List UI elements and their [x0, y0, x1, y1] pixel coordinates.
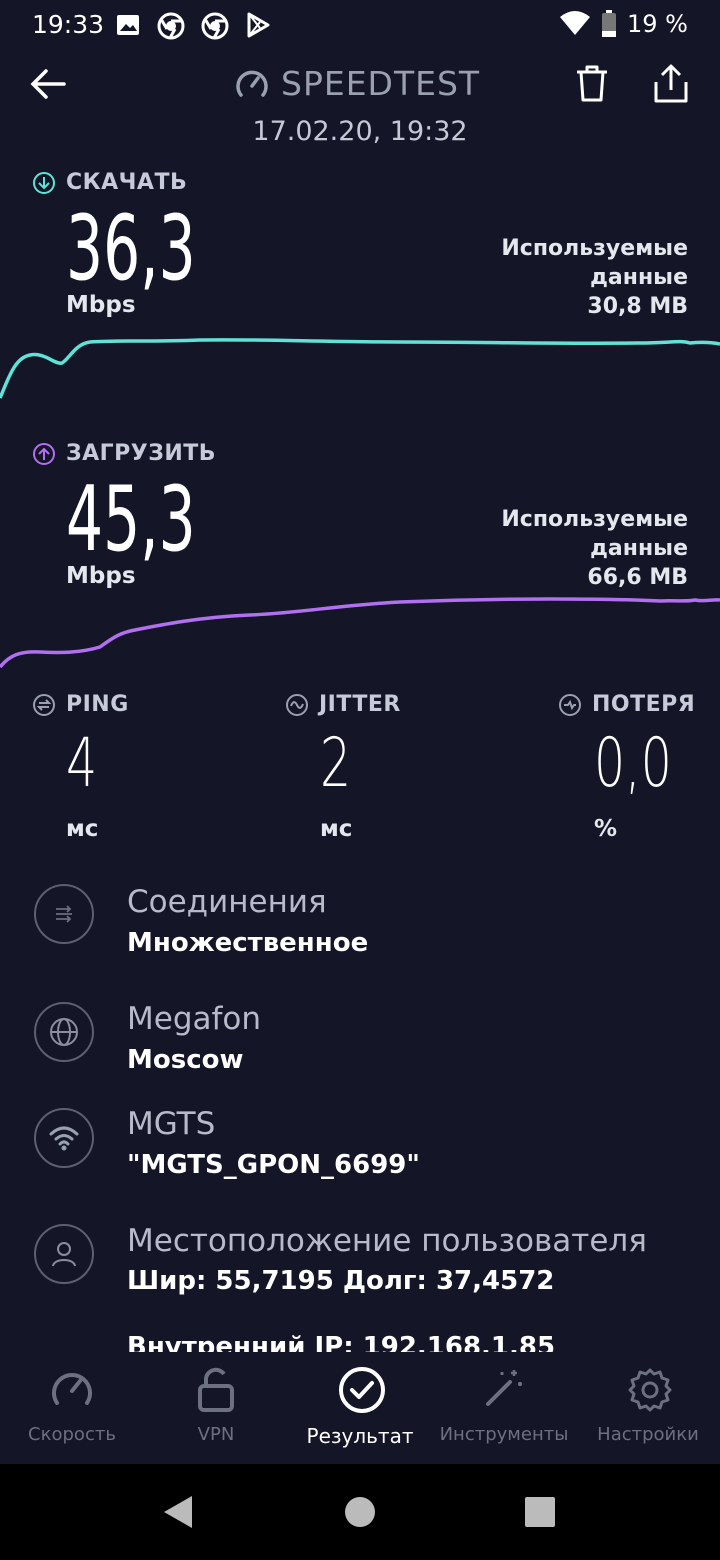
magic-wand-icon	[486, 1370, 522, 1406]
connections-value: Множественное	[127, 928, 369, 958]
app-title-text: SPEEDTEST	[281, 64, 481, 103]
nav-results-label: Результат	[306, 1424, 414, 1448]
provider-icon-ring	[34, 1108, 94, 1168]
download-unit: Mbps	[66, 292, 136, 318]
lock-icon	[198, 1367, 234, 1412]
connections-title: Соединения	[127, 884, 327, 920]
system-home-icon[interactable]	[344, 1496, 376, 1528]
download-graph	[0, 338, 720, 399]
download-label: СКАЧАТЬ	[32, 170, 187, 195]
nav-vpn-label: VPN	[197, 1424, 235, 1445]
speedometer-icon	[236, 70, 268, 97]
download-used-value: 30,8 MB	[587, 294, 688, 319]
nav-settings-label: Настройки	[597, 1424, 699, 1445]
nav-speed-label: Скорость	[28, 1424, 116, 1445]
loss-unit: %	[594, 816, 618, 842]
system-recents-icon[interactable]	[524, 1496, 556, 1528]
share-icon[interactable]	[652, 64, 690, 104]
download-icon	[33, 171, 55, 194]
loss-label: ПОТЕРЯ	[558, 692, 695, 717]
user-icon	[52, 1242, 76, 1267]
ping-label-text: PING	[66, 692, 129, 717]
globe-icon	[50, 1018, 78, 1046]
download-used-data: Используемые данные 30,8 MB	[501, 234, 688, 321]
ping-icon	[33, 693, 55, 716]
upload-used-data: Используемые данные 66,6 MB	[501, 505, 688, 592]
location-coordinates: Шир: 55,7195 Долг: 37,4572	[127, 1266, 555, 1296]
upload-label: ЗАГРУЗИТЬ	[32, 441, 216, 466]
server-title: Megafon	[127, 1001, 262, 1037]
upload-used-line2: данные	[590, 536, 688, 561]
app-title: SPEEDTEST	[235, 64, 480, 103]
image-icon	[117, 15, 139, 35]
provider-title: MGTS	[127, 1106, 216, 1142]
system-back-icon[interactable]	[162, 1494, 194, 1530]
server-icon-ring	[34, 1002, 94, 1062]
provider-network: "MGTS_GPON_6699"	[127, 1150, 420, 1180]
system-navigation-bar	[0, 1464, 720, 1560]
server-location: Moscow	[127, 1045, 244, 1075]
jitter-icon	[286, 693, 308, 716]
jitter-value: 2	[320, 724, 352, 803]
jitter-label: JITTER	[285, 692, 401, 717]
loss-icon	[559, 693, 581, 716]
status-right: 19 %	[559, 10, 688, 38]
download-value: 36,3	[66, 196, 196, 301]
upload-label-text: ЗАГРУЗИТЬ	[66, 441, 217, 466]
chrome-icon	[201, 12, 229, 40]
connections-icon-ring	[34, 884, 94, 944]
test-date: 17.02.20, 19:32	[252, 116, 468, 147]
speedometer-icon	[52, 1373, 92, 1405]
loss-value: 0,0	[594, 724, 672, 803]
ping-unit: мс	[66, 816, 99, 842]
download-used-line2: данные	[590, 265, 688, 290]
play-store-icon	[247, 12, 270, 38]
trash-icon[interactable]	[574, 64, 610, 104]
upload-icon	[33, 442, 55, 465]
battery-icon	[602, 10, 617, 37]
download-label-text: СКАЧАТЬ	[66, 170, 188, 195]
wifi-icon	[560, 11, 591, 35]
ping-value: 4	[66, 724, 98, 803]
back-arrow-icon[interactable]	[28, 64, 68, 104]
loss-label-text: ПОТЕРЯ	[592, 692, 696, 717]
gear-icon	[628, 1368, 672, 1412]
upload-used-line1: Используемые	[501, 507, 688, 532]
jitter-label-text: JITTER	[319, 692, 401, 717]
internal-ip-clip: Внутренний IP: 192.168.1.85	[127, 1334, 687, 1352]
battery-percent: 19 %	[627, 10, 688, 38]
location-icon-ring	[34, 1224, 94, 1284]
internal-ip: Внутренний IP: 192.168.1.85	[127, 1334, 556, 1352]
download-used-line1: Используемые	[501, 236, 688, 261]
upload-graph	[0, 597, 720, 669]
location-title: Местоположение пользователя	[127, 1223, 647, 1259]
upload-value: 45,3	[66, 467, 196, 572]
wifi-icon	[49, 1126, 79, 1151]
jitter-unit: мс	[320, 816, 353, 842]
status-time: 19:33	[32, 10, 105, 39]
check-circle-icon	[339, 1367, 385, 1413]
ping-label: PING	[32, 692, 129, 717]
bottom-nav: Скорость VPN Результат Инструменты Настр…	[0, 1352, 720, 1464]
connections-icon	[56, 905, 72, 923]
nav-tools-label: Инструменты	[439, 1424, 569, 1445]
notification-icons	[115, 12, 271, 40]
chrome-icon	[157, 12, 185, 40]
